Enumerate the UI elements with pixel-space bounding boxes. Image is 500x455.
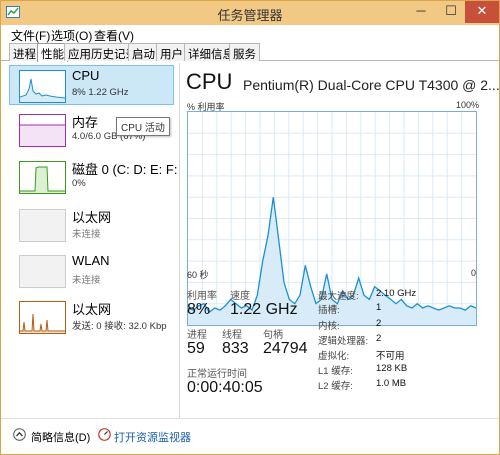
memory-thumbnail xyxy=(19,114,66,147)
spec-l2-cache-value: 1.0 MB xyxy=(376,378,407,389)
spec-l2-cache-label: L2 缓存: xyxy=(318,381,353,392)
page-title: CPU xyxy=(186,69,233,94)
sidebar-item-value: 0% xyxy=(72,178,86,189)
open-resource-monitor-link[interactable]: 打开资源监视器 xyxy=(114,429,191,445)
menu-options[interactable]: 选项(O) xyxy=(51,27,92,44)
speed-value: 1.22 GHz xyxy=(230,301,298,318)
sidebar-item-value: 未连接 xyxy=(72,229,101,240)
ethernet-thumbnail xyxy=(19,209,66,242)
menu-bar: 文件(F) 选项(O) 查看(V) xyxy=(1,25,499,43)
sidebar-item-disk[interactable]: 磁盘 0 (C: D: E: F: 0% xyxy=(10,157,178,197)
sidebar-item-label: CPU xyxy=(72,68,100,83)
sidebar-item-wlan[interactable]: WLAN 未连接 xyxy=(10,251,178,291)
spec-max-speed-value: 2.10 GHz xyxy=(376,288,417,299)
sidebar-item-label: 磁盘 0 (C: D: E: F: xyxy=(72,162,178,177)
disk-thumbnail xyxy=(19,161,66,194)
footer-bar: 简略信息(D) 打开资源监视器 xyxy=(1,418,499,454)
panel-divider[interactable] xyxy=(179,63,180,418)
title-bar[interactable]: 任务管理器 ─ ☐ ✕ xyxy=(1,1,499,25)
fewer-details-link[interactable]: 简略信息(D) xyxy=(31,429,90,445)
graph-time-left: 60 秒 xyxy=(187,270,209,280)
spec-l1-cache-value: 128 KB xyxy=(376,363,408,374)
sidebar-item-label: 以太网 xyxy=(72,302,112,317)
tab-startup[interactable]: 启动 xyxy=(128,43,159,61)
graph-y-max: 100% xyxy=(456,100,480,110)
sidebar-item-value: 未连接 xyxy=(72,275,101,286)
cpu-thumb-graph xyxy=(20,78,65,102)
ethernet-2-thumbnail xyxy=(19,301,66,334)
uptime-label: 正常运行时间 xyxy=(187,369,247,380)
cpu-activity-tooltip: CPU 活动 xyxy=(116,117,170,136)
processes-value: 59 xyxy=(187,340,205,357)
tab-users[interactable]: 用户 xyxy=(156,43,187,61)
sidebar-item-value: 发送: 0 接收: 32.0 Kbp xyxy=(72,321,167,332)
uptime-value: 0:00:40:05 xyxy=(187,379,263,396)
tab-bar: 进程 性能 应用历史记录 启动 用户 详细信息 服务 xyxy=(1,43,499,62)
chevron-up-icon[interactable] xyxy=(13,428,26,441)
menu-view[interactable]: 查看(V) xyxy=(94,27,134,44)
processes-label: 进程 xyxy=(187,330,207,341)
spec-l1-cache-label: L1 缓存: xyxy=(318,366,353,377)
threads-label: 线程 xyxy=(222,330,242,341)
sidebar-item-cpu[interactable]: CPU 8% 1.22 GHz xyxy=(9,65,174,105)
disk-thumb-graph xyxy=(20,166,65,193)
handles-label: 句柄 xyxy=(263,330,283,341)
sidebar-item-ethernet-2[interactable]: 以太网 发送: 0 接收: 32.0 Kbp xyxy=(10,297,178,337)
maximize-button[interactable]: ☐ xyxy=(436,1,466,23)
close-button[interactable]: ✕ xyxy=(465,1,499,23)
utilization-value: 8% xyxy=(187,301,211,318)
sidebar-item-label: WLAN xyxy=(72,253,110,268)
graph-time-right: 0 xyxy=(471,268,477,278)
sidebar-item-ethernet[interactable]: 以太网 未连接 xyxy=(10,205,178,245)
spec-max-speed-label: 最大速度: xyxy=(318,291,359,302)
spec-sockets-value: 1 xyxy=(376,302,382,313)
spec-virtualization-label: 虚拟化: xyxy=(318,351,350,362)
spec-virtualization-value: 不可用 xyxy=(376,351,405,362)
spec-cores-label: 内核: xyxy=(318,321,340,332)
sidebar-item-label: 以太网 xyxy=(72,210,112,225)
menu-file[interactable]: 文件(F) xyxy=(11,27,50,44)
cpu-model-name: Pentium(R) Dual-Core CPU T4300 @ 2.... xyxy=(243,77,500,93)
spec-sockets-label: 插槽: xyxy=(318,305,340,316)
ethernet-2-thumb-graph xyxy=(20,313,65,333)
handles-value: 24794 xyxy=(263,340,308,357)
utilization-label: 利用率 xyxy=(187,291,217,302)
minimize-button[interactable]: ─ xyxy=(406,1,436,23)
threads-value: 833 xyxy=(222,340,249,357)
spec-logical-value: 2 xyxy=(376,333,382,344)
memory-thumb-graph xyxy=(20,124,65,146)
tab-processes[interactable]: 进程 xyxy=(9,43,40,61)
resource-monitor-icon xyxy=(98,428,111,441)
sidebar-item-value: 8% 1.22 GHz xyxy=(72,87,129,98)
speed-label: 速度 xyxy=(230,291,250,302)
sidebar-item-label: 内存 xyxy=(72,115,99,130)
spec-cores-value: 2 xyxy=(376,318,382,329)
wlan-thumbnail xyxy=(19,255,66,288)
tab-services[interactable]: 服务 xyxy=(229,43,260,61)
cpu-thumbnail xyxy=(19,70,66,103)
cpu-detail-panel: CPU Pentium(R) Dual-Core CPU T4300 @ 2..… xyxy=(186,63,500,418)
task-manager-window: 任务管理器 ─ ☐ ✕ 文件(F) 选项(O) 查看(V) 进程 性能 应用历史… xyxy=(0,0,500,455)
spec-logical-label: 逻辑处理器: xyxy=(318,336,369,347)
